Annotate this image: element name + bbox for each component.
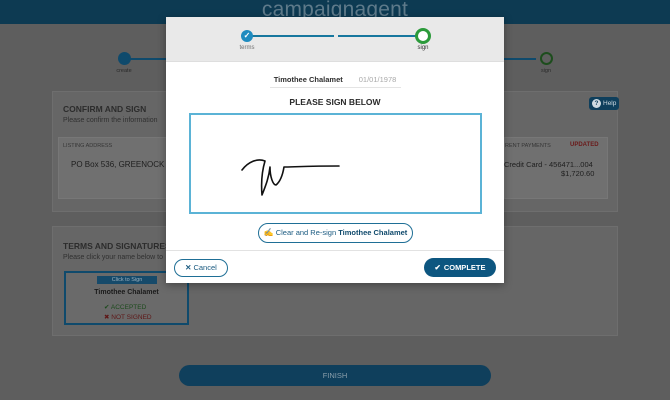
stepper-line — [247, 35, 334, 37]
check-icon: ✔ — [434, 263, 441, 272]
payment-card: Credit Card - 456471...004 — [504, 160, 593, 169]
bg-step-sign: sign — [532, 52, 560, 74]
sign-heading: PLEASE SIGN BELOW — [289, 97, 381, 107]
terms-title: TERMS AND SIGNATURES — [63, 241, 171, 251]
cancel-label: Cancel — [193, 263, 217, 272]
click-to-sign-tag: Click to Sign — [97, 276, 157, 284]
bg-step-create: create — [107, 52, 141, 74]
check-icon — [117, 52, 131, 65]
confirm-title: CONFIRM AND SIGN — [63, 104, 147, 114]
accepted-status: ✔ ACCEPTED — [104, 303, 146, 311]
bg-step-label: sign — [540, 68, 552, 74]
signature-stroke — [241, 159, 340, 196]
divider — [270, 87, 401, 88]
modal-stepper: ✓ terms sign — [166, 17, 504, 62]
sign-modal: ✓ terms sign Timothee Chalamet 01/01/1978… — [166, 17, 504, 283]
not-signed-label: NOT SIGNED — [111, 314, 152, 321]
question-icon: ? — [592, 99, 601, 108]
signer-info: Timothee Chalamet 01/01/1978 — [166, 69, 504, 87]
signer-dob: 01/01/1978 — [358, 75, 397, 84]
step-label-sign: sign — [417, 45, 429, 51]
not-signed-status: ✖ NOT SIGNED — [104, 313, 152, 321]
confirm-subtitle: Please confirm the information — [63, 117, 158, 124]
close-icon: ✕ — [185, 263, 192, 272]
check-circle-icon: ✔ — [104, 304, 110, 311]
accepted-label: ACCEPTED — [110, 304, 147, 311]
resign-signer-name: Timothee Chalamet — [338, 228, 408, 237]
listing-address: PO Box 536, GREENOCK — [71, 160, 165, 169]
signature-pad[interactable] — [189, 113, 482, 214]
step-circle-icon — [539, 52, 553, 65]
resign-label: Clear and Re-sign — [275, 228, 337, 237]
complete-label: COMPLETE — [443, 263, 486, 272]
terms-subtitle: Please click your name below to — [63, 254, 163, 261]
updated-badge: UPDATED — [570, 142, 599, 148]
signature-icon: ✍ — [263, 228, 274, 237]
close-circle-icon: ✖ — [104, 314, 110, 321]
step-label-terms: terms — [239, 45, 255, 51]
bg-step-label: create — [116, 68, 132, 74]
stepper-line — [338, 35, 416, 37]
payments-label: RENT PAYMENTS — [505, 143, 551, 149]
signature-card-name: Timothee Chalamet — [94, 289, 159, 296]
check-icon: ✓ — [241, 30, 253, 42]
help-label: Help — [603, 100, 617, 107]
divider — [166, 250, 504, 251]
clear-resign-button[interactable]: ✍ Clear and Re-sign Timothee Chalamet — [258, 223, 413, 243]
payment-amount: $1,720.60 — [561, 169, 595, 178]
cancel-button[interactable]: ✕ Cancel — [174, 259, 228, 277]
current-step-icon — [415, 28, 431, 44]
help-button[interactable]: ? Help — [589, 97, 619, 110]
listing-label: LISTING ADDRESS — [63, 143, 113, 149]
signer-name: Timothee Chalamet — [273, 75, 343, 84]
complete-button[interactable]: ✔ COMPLETE — [424, 258, 496, 277]
finish-button[interactable]: FINISH — [179, 365, 491, 386]
